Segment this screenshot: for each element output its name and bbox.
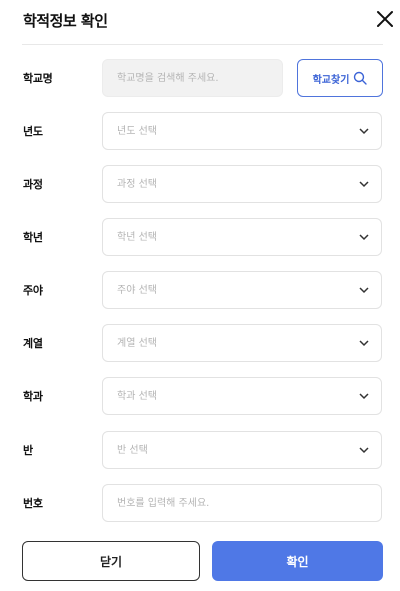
field-of-study-placeholder: 계열 선택 xyxy=(117,338,157,349)
department-label: 학과 xyxy=(23,390,43,403)
school-row: 학교명 학교명을 검색해 주세요. 학교찾기 xyxy=(0,59,400,99)
class-label: 반 xyxy=(23,444,33,457)
class-row: 반 반 선택 xyxy=(0,431,400,471)
chevron-down-icon xyxy=(359,234,369,241)
year-select[interactable]: 년도 선택 xyxy=(102,112,382,150)
course-label: 과정 xyxy=(23,178,43,191)
department-select[interactable]: 학과 선택 xyxy=(102,377,382,415)
field-of-study-row: 계열 계열 선택 xyxy=(0,324,400,364)
course-select[interactable]: 과정 선택 xyxy=(102,165,382,203)
course-row: 과정 과정 선택 xyxy=(0,165,400,205)
class-select[interactable]: 반 선택 xyxy=(102,431,382,469)
school-label: 학교명 xyxy=(23,72,53,85)
year-placeholder: 년도 선택 xyxy=(117,126,157,137)
class-placeholder: 반 선택 xyxy=(117,445,148,456)
grade-label: 학년 xyxy=(23,231,43,244)
field-of-study-label: 계열 xyxy=(23,337,43,350)
number-row: 번호 번호를 입력해 주세요. xyxy=(0,484,400,524)
daynight-label: 주야 xyxy=(23,284,43,297)
chevron-down-icon xyxy=(359,340,369,347)
grade-select[interactable]: 학년 선택 xyxy=(102,218,382,256)
chevron-down-icon xyxy=(359,181,369,188)
daynight-select[interactable]: 주야 선택 xyxy=(102,271,382,309)
number-label: 번호 xyxy=(23,497,43,510)
year-label: 년도 xyxy=(23,125,43,138)
grade-row: 학년 학년 선택 xyxy=(0,218,400,258)
chevron-down-icon xyxy=(359,393,369,400)
close-button[interactable]: 닫기 xyxy=(22,541,200,581)
close-button-label: 닫기 xyxy=(99,554,123,569)
search-icon xyxy=(354,71,368,85)
daynight-placeholder: 주야 선택 xyxy=(117,285,157,296)
school-search-label: 학교찾기 xyxy=(312,74,350,86)
field-of-study-select[interactable]: 계열 선택 xyxy=(102,324,382,362)
close-icon[interactable] xyxy=(375,9,395,29)
confirm-button-label: 확인 xyxy=(286,554,309,569)
department-row: 학과 학과 선택 xyxy=(0,377,400,417)
chevron-down-icon xyxy=(359,287,369,294)
department-placeholder: 학과 선택 xyxy=(117,391,157,402)
header-divider xyxy=(22,44,383,45)
number-placeholder: 번호를 입력해 주세요. xyxy=(117,498,210,509)
confirm-button[interactable]: 확인 xyxy=(212,541,383,581)
daynight-row: 주야 주야 선택 xyxy=(0,271,400,311)
number-input[interactable]: 번호를 입력해 주세요. xyxy=(102,484,382,522)
school-placeholder: 학교명을 검색해 주세요. xyxy=(117,73,219,84)
year-row: 년도 년도 선택 xyxy=(0,112,400,152)
chevron-down-icon xyxy=(359,447,369,454)
page-title: 학적정보 확인 xyxy=(23,12,108,30)
course-placeholder: 과정 선택 xyxy=(117,179,157,190)
school-search-button[interactable]: 학교찾기 xyxy=(297,59,383,97)
school-input[interactable]: 학교명을 검색해 주세요. xyxy=(102,59,283,97)
grade-placeholder: 학년 선택 xyxy=(117,232,157,243)
chevron-down-icon xyxy=(359,128,369,135)
